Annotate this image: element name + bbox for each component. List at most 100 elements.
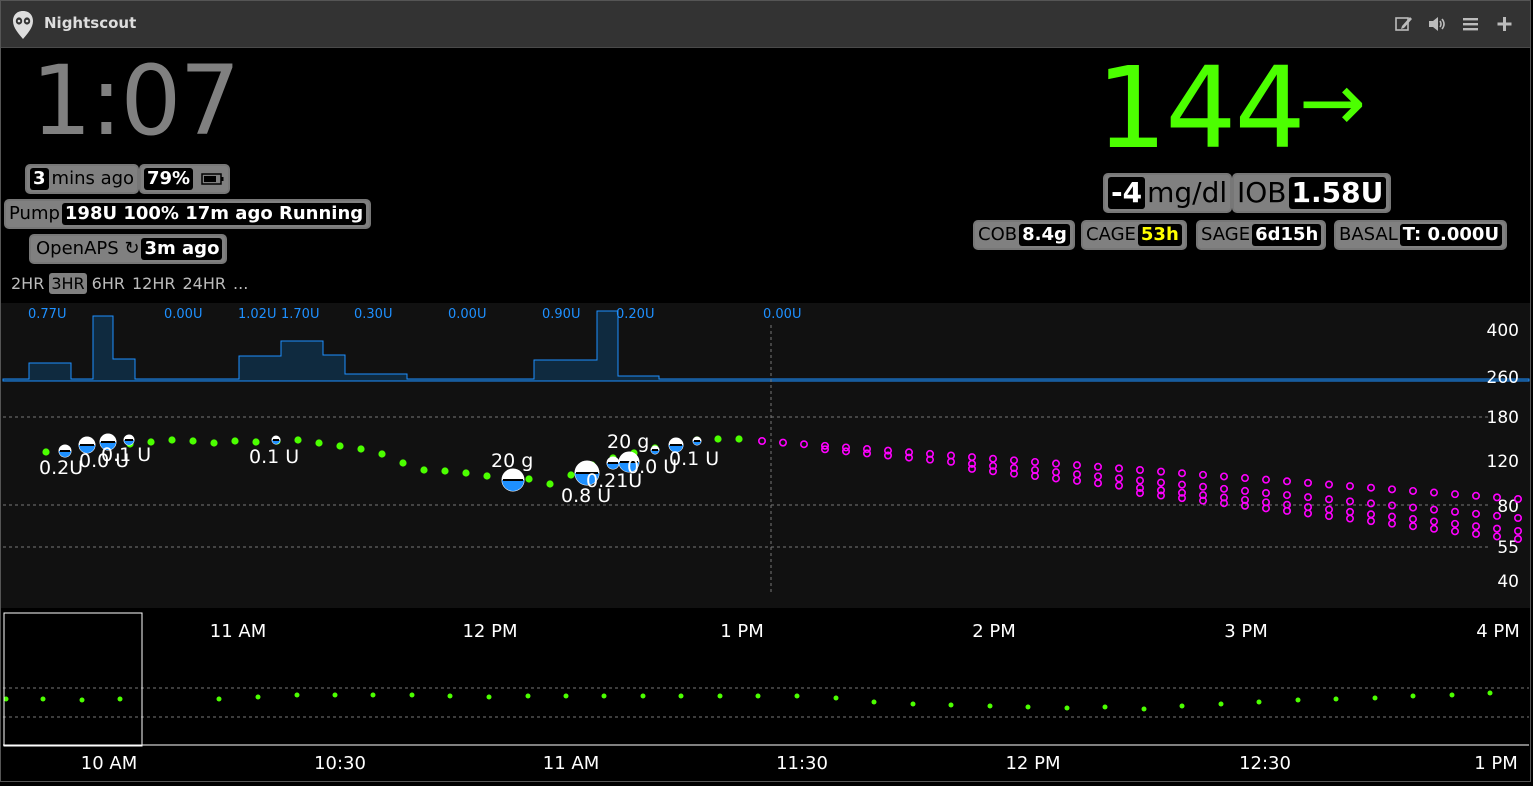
basal-label: BASAL bbox=[1339, 224, 1398, 245]
x-tick-label: 2 PM bbox=[972, 621, 1016, 642]
bolus-label: 0.2U bbox=[39, 457, 83, 479]
brush-reading-dot bbox=[117, 696, 123, 702]
bg-delta: -4 bbox=[1108, 177, 1146, 209]
brush-reading-dot bbox=[601, 693, 607, 699]
sage-label: SAGE bbox=[1201, 224, 1251, 245]
bg-reading-dot bbox=[210, 439, 218, 447]
bg-reading-dot bbox=[42, 448, 50, 456]
brush-reading-dot bbox=[1141, 706, 1147, 712]
bg-reading-dot bbox=[735, 435, 743, 443]
brush-reading-dot bbox=[294, 692, 300, 698]
treatment-marker bbox=[692, 436, 702, 446]
bolus-label: 0.1 U bbox=[101, 444, 151, 466]
brush-reading-dot bbox=[1218, 701, 1224, 707]
brush-reading-dot bbox=[1372, 695, 1378, 701]
iob-label: IOB bbox=[1237, 176, 1287, 209]
plus-icon[interactable] bbox=[1494, 14, 1516, 34]
glucose-chart[interactable]: 0.77U 0.00U 1.02U 1.70U 0.30U 0.00U 0.90… bbox=[1, 303, 1531, 782]
basal-pill: BASAL T: 0.000U bbox=[1334, 220, 1508, 250]
brush-reading-dot bbox=[717, 693, 723, 699]
pump-value: 198U 100% 17m ago Running bbox=[61, 203, 367, 225]
range-3hr[interactable]: 3HR bbox=[49, 273, 87, 294]
basal-label: 1.02U bbox=[238, 307, 276, 322]
menu-icon[interactable] bbox=[1460, 14, 1482, 34]
brush-reading-dot bbox=[40, 696, 46, 702]
basal-label: 1.70U bbox=[281, 307, 319, 322]
sage-value: 6d15h bbox=[1252, 224, 1322, 246]
battery-value: 79% bbox=[144, 168, 194, 190]
brush-selection-handle[interactable] bbox=[3, 612, 143, 747]
bg-reading-dot bbox=[525, 475, 533, 483]
basal-label: 0.00U bbox=[448, 307, 486, 322]
openaps-value: 3m ago bbox=[141, 238, 223, 260]
time-range-selector: 2HR 3HR 6HR 12HR 24HR... bbox=[9, 273, 253, 294]
range-6hr[interactable]: 6HR bbox=[90, 273, 127, 294]
y-tick-label: 120 bbox=[1487, 452, 1519, 472]
bg-reading-dot bbox=[483, 472, 491, 480]
treatment-divider bbox=[652, 449, 658, 451]
brush-reading-dot bbox=[1295, 697, 1301, 703]
brush-reading-dot bbox=[1333, 696, 1339, 702]
brush-reading-dot bbox=[563, 693, 569, 699]
brush-reading-dot bbox=[332, 692, 338, 698]
brush-reading-dot bbox=[486, 694, 492, 700]
x-tick-label: 11 AM bbox=[210, 621, 266, 642]
bolus-label: 0.1 U bbox=[669, 448, 719, 470]
volume-icon[interactable] bbox=[1426, 14, 1448, 34]
basal-label: 0.20U bbox=[616, 307, 654, 322]
y-tick-label: 180 bbox=[1487, 408, 1519, 428]
treatment-marker bbox=[271, 435, 281, 445]
treatment-marker bbox=[606, 456, 620, 470]
cage-pill: CAGE 53h bbox=[1081, 220, 1187, 250]
basal-label: 0.00U bbox=[164, 307, 202, 322]
treatment-marker bbox=[650, 445, 660, 455]
brush-reading-dot bbox=[1179, 703, 1185, 709]
bg-reading-dot bbox=[378, 450, 386, 458]
range-12hr[interactable]: 12HR bbox=[130, 273, 178, 294]
treatment-divider bbox=[503, 479, 523, 481]
brush-reading-dot bbox=[987, 703, 993, 709]
brush-reading-dot bbox=[447, 693, 453, 699]
brush-reading-dot bbox=[910, 701, 916, 707]
bg-reading-dot bbox=[231, 437, 239, 445]
range-2hr[interactable]: 2HR bbox=[9, 273, 46, 294]
range-more[interactable]: ... bbox=[231, 273, 250, 294]
bg-reading-dot bbox=[462, 469, 470, 477]
range-24hr[interactable]: 24HR bbox=[181, 273, 229, 294]
brush-reading-dot bbox=[833, 695, 839, 701]
brush-reading-dot bbox=[216, 696, 222, 702]
brush-reading-dot bbox=[755, 693, 761, 699]
brush-reading-dot bbox=[1064, 705, 1070, 711]
bg-reading-dot bbox=[567, 471, 575, 479]
brush-reading-dot bbox=[678, 693, 684, 699]
bolus-label: 0.1 U bbox=[249, 446, 299, 468]
treatment-divider bbox=[694, 440, 700, 442]
cob-label: COB bbox=[978, 224, 1018, 245]
chart-background bbox=[1, 303, 1530, 608]
brush-x-tick: 10:30 bbox=[314, 753, 366, 774]
brush-reading-dot bbox=[370, 692, 376, 698]
cage-label: CAGE bbox=[1086, 224, 1136, 245]
brush-x-tick: 11:30 bbox=[776, 753, 828, 774]
sage-pill: SAGE 6d15h bbox=[1196, 220, 1327, 250]
iob-value: 1.58U bbox=[1288, 177, 1387, 209]
bg-reading-dot bbox=[336, 442, 344, 450]
x-tick-label: 4 PM bbox=[1476, 621, 1520, 642]
bg-reading-dot bbox=[189, 437, 197, 445]
brush-reading-dot bbox=[79, 697, 85, 703]
brush-x-tick: 1 PM bbox=[1474, 753, 1518, 774]
carb-label: 20 g bbox=[491, 450, 533, 472]
x-tick-label: 12 PM bbox=[462, 621, 517, 642]
x-tick-label: 3 PM bbox=[1224, 621, 1268, 642]
x-tick-label: 1 PM bbox=[720, 621, 764, 642]
nightscout-window: Nightscout 1:07 3 mins ago 79% Pump 198U… bbox=[0, 0, 1531, 782]
basal-label: 0.00U bbox=[763, 307, 801, 322]
x-axis: 11 AM 12 PM 1 PM 2 PM 3 PM 4 PM bbox=[210, 621, 1520, 642]
edit-icon[interactable] bbox=[1393, 14, 1415, 34]
brush-readings bbox=[3, 690, 1493, 712]
treatment-divider bbox=[608, 462, 618, 464]
basal-label: 0.77U bbox=[28, 307, 66, 322]
battery-icon bbox=[201, 173, 224, 185]
basal-label: 0.90U bbox=[542, 307, 580, 322]
brush-reading-dot bbox=[1410, 693, 1416, 699]
